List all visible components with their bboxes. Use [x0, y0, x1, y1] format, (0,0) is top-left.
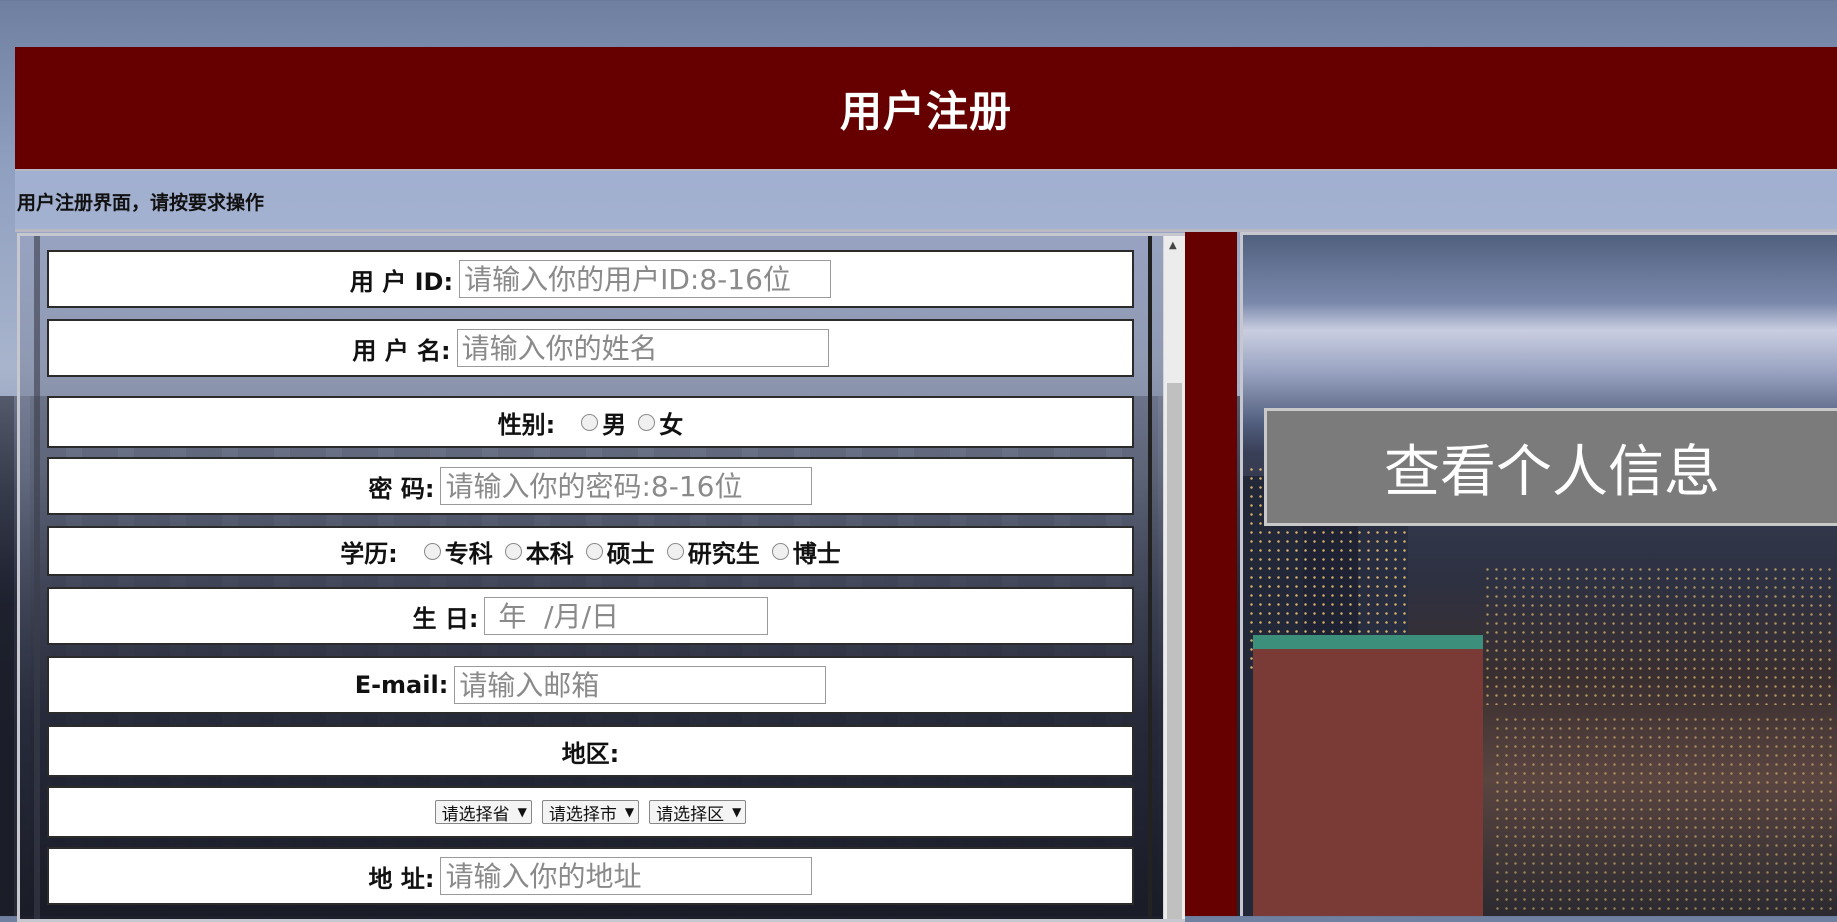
gender-row: 性别: 男 女	[47, 396, 1134, 448]
page-header: 用户注册	[15, 47, 1837, 171]
gender-male-radio[interactable]	[581, 413, 599, 431]
scroll-up-arrow-icon[interactable]: ▲	[1169, 240, 1177, 251]
email-row: E-mail:	[47, 656, 1134, 714]
form-scrollbar[interactable]: ▲	[1163, 236, 1185, 919]
education-row: 学历: 专科 本科 硕士 研究生 博士	[47, 526, 1134, 576]
education-bachelor-label: 本科	[525, 539, 574, 568]
education-graduate-radio[interactable]	[666, 542, 684, 560]
user-id-row: 用 户 ID:	[47, 250, 1134, 308]
form-left-border	[34, 236, 40, 919]
username-input[interactable]	[456, 329, 829, 367]
education-master-radio[interactable]	[585, 542, 603, 560]
registration-form-frame: 用 户 ID: 用 户 名: 性别: 男 女 密 码: 学历: 专科 本科	[17, 233, 1185, 922]
gender-male-label: 男	[602, 410, 627, 439]
district-select-value: 请选择区	[656, 804, 725, 825]
instruction-text: 用户注册界面，请按要求操作	[17, 192, 265, 214]
education-label: 学历:	[340, 539, 398, 568]
user-id-input[interactable]	[459, 260, 832, 298]
gender-female-radio[interactable]	[638, 413, 656, 431]
domed-building	[1253, 635, 1483, 916]
education-junior-college-label: 专科	[444, 539, 493, 568]
username-label: 用 户 名:	[352, 336, 451, 365]
gender-female-label: 女	[659, 410, 684, 439]
gender-label: 性别:	[497, 410, 556, 439]
window-lights	[1493, 715, 1833, 915]
side-panel	[1240, 232, 1837, 916]
birthday-date-input[interactable]	[484, 597, 769, 635]
province-select-value: 请选择省	[441, 804, 510, 825]
chevron-down-icon: ▼	[624, 805, 635, 819]
education-junior-college-radio[interactable]	[423, 542, 441, 560]
user-id-label: 用 户 ID:	[349, 267, 454, 296]
address-row: 地 址:	[47, 847, 1134, 905]
city-select[interactable]: 请选择市 ▼	[541, 800, 640, 825]
education-bachelor-radio[interactable]	[504, 542, 522, 560]
education-doctor-radio[interactable]	[771, 542, 789, 560]
registration-form: 用 户 ID: 用 户 名: 性别: 男 女 密 码: 学历: 专科 本科	[20, 236, 1164, 919]
email-label: E-mail:	[354, 671, 449, 699]
window-lights	[1483, 565, 1833, 705]
province-select[interactable]: 请选择省 ▼	[434, 800, 532, 825]
chevron-down-icon: ▼	[732, 805, 742, 819]
region-label-row: 地区:	[47, 725, 1134, 777]
region-label: 地区:	[561, 739, 620, 768]
password-input[interactable]	[440, 467, 813, 505]
city-select-value: 请选择市	[548, 804, 617, 825]
birthday-row: 生 日:	[47, 587, 1134, 645]
birthday-label: 生 日:	[412, 604, 479, 633]
password-label: 密 码:	[368, 474, 435, 503]
instruction-bar: 用户注册界面，请按要求操作	[15, 171, 1837, 232]
address-label: 地 址:	[368, 864, 435, 893]
scrollbar-thumb[interactable]	[1167, 383, 1182, 919]
password-row: 密 码:	[47, 457, 1134, 515]
column-divider	[1185, 232, 1237, 916]
email-input[interactable]	[454, 666, 827, 704]
education-master-label: 硕士	[606, 539, 655, 568]
page-title: 用户注册	[839, 86, 1012, 136]
district-select[interactable]: 请选择区 ▼	[649, 800, 747, 825]
username-row: 用 户 名:	[47, 319, 1134, 377]
chevron-down-icon: ▼	[517, 805, 527, 819]
region-select-row: 请选择省 ▼ 请选择市 ▼ 请选择区 ▼	[47, 786, 1134, 838]
view-personal-info-button[interactable]: 查看个人信息	[1264, 408, 1837, 526]
education-doctor-label: 博士	[792, 539, 841, 568]
education-graduate-label: 研究生	[687, 539, 760, 568]
form-right-border	[1148, 236, 1152, 919]
address-input[interactable]	[440, 857, 813, 895]
